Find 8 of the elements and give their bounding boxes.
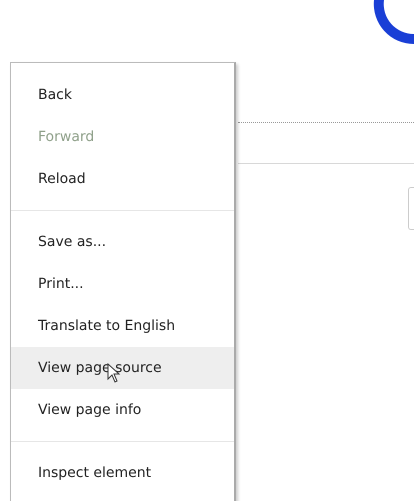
menu-item[interactable]: Save as...	[11, 221, 234, 263]
menu-item[interactable]: Inspect element	[11, 452, 234, 494]
input-field[interactable]	[408, 187, 414, 230]
menu-item[interactable]: Reload	[11, 158, 234, 200]
menu-item[interactable]: View page info	[11, 389, 234, 431]
menu-item[interactable]: Print...	[11, 263, 234, 305]
menu-item[interactable]: Back	[11, 74, 234, 116]
menu-item[interactable]: Translate to English	[11, 305, 234, 347]
